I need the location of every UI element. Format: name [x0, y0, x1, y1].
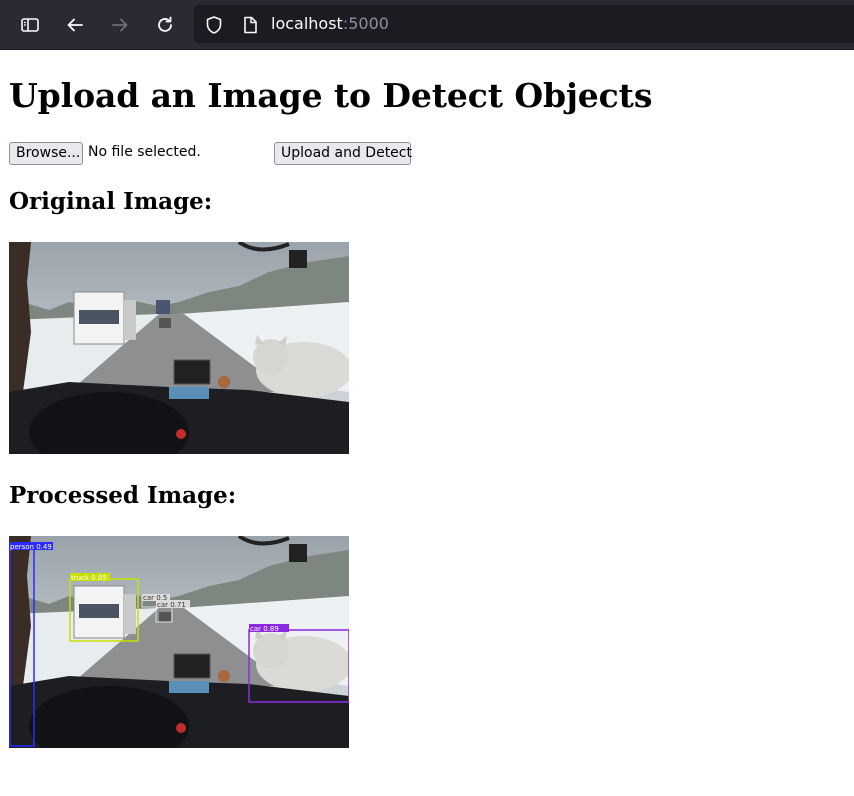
arrow-right-icon — [112, 18, 128, 32]
back-button[interactable] — [59, 9, 91, 41]
page-icon[interactable] — [240, 15, 260, 35]
detection-label: car 0.71 — [157, 601, 186, 609]
shield-icon[interactable] — [204, 15, 224, 35]
detection-label: truck 0.85 — [71, 574, 107, 582]
reload-icon — [158, 16, 172, 32]
file-status: No file selected. — [88, 144, 201, 160]
arrow-left-icon — [67, 18, 83, 32]
browser-toolbar: localhost:5000 — [0, 0, 854, 50]
sidebar-icon[interactable] — [14, 9, 46, 41]
original-image — [9, 242, 349, 454]
processed-image: person 0.49 truck 0.85 car 0.5 car 0.71 … — [9, 536, 349, 748]
processed-image-heading: Processed Image: — [9, 482, 237, 509]
upload-form: Browse... No file selected. Upload and D… — [9, 142, 429, 165]
detection-label: person 0.49 — [10, 543, 52, 551]
url-port: :5000 — [342, 14, 389, 33]
original-image-heading: Original Image: — [9, 188, 213, 215]
page-title: Upload an Image to Detect Objects — [9, 76, 653, 115]
upload-detect-button[interactable]: Upload and Detect — [274, 142, 412, 165]
url-text[interactable]: localhost:5000 — [271, 14, 389, 33]
reload-button[interactable] — [149, 9, 181, 41]
forward-button[interactable] — [104, 9, 136, 41]
url-bar[interactable]: localhost:5000 — [194, 5, 854, 43]
detection-label: car 0.89 — [250, 625, 279, 633]
url-host: localhost — [271, 14, 343, 33]
browse-button[interactable]: Browse... — [9, 142, 83, 165]
